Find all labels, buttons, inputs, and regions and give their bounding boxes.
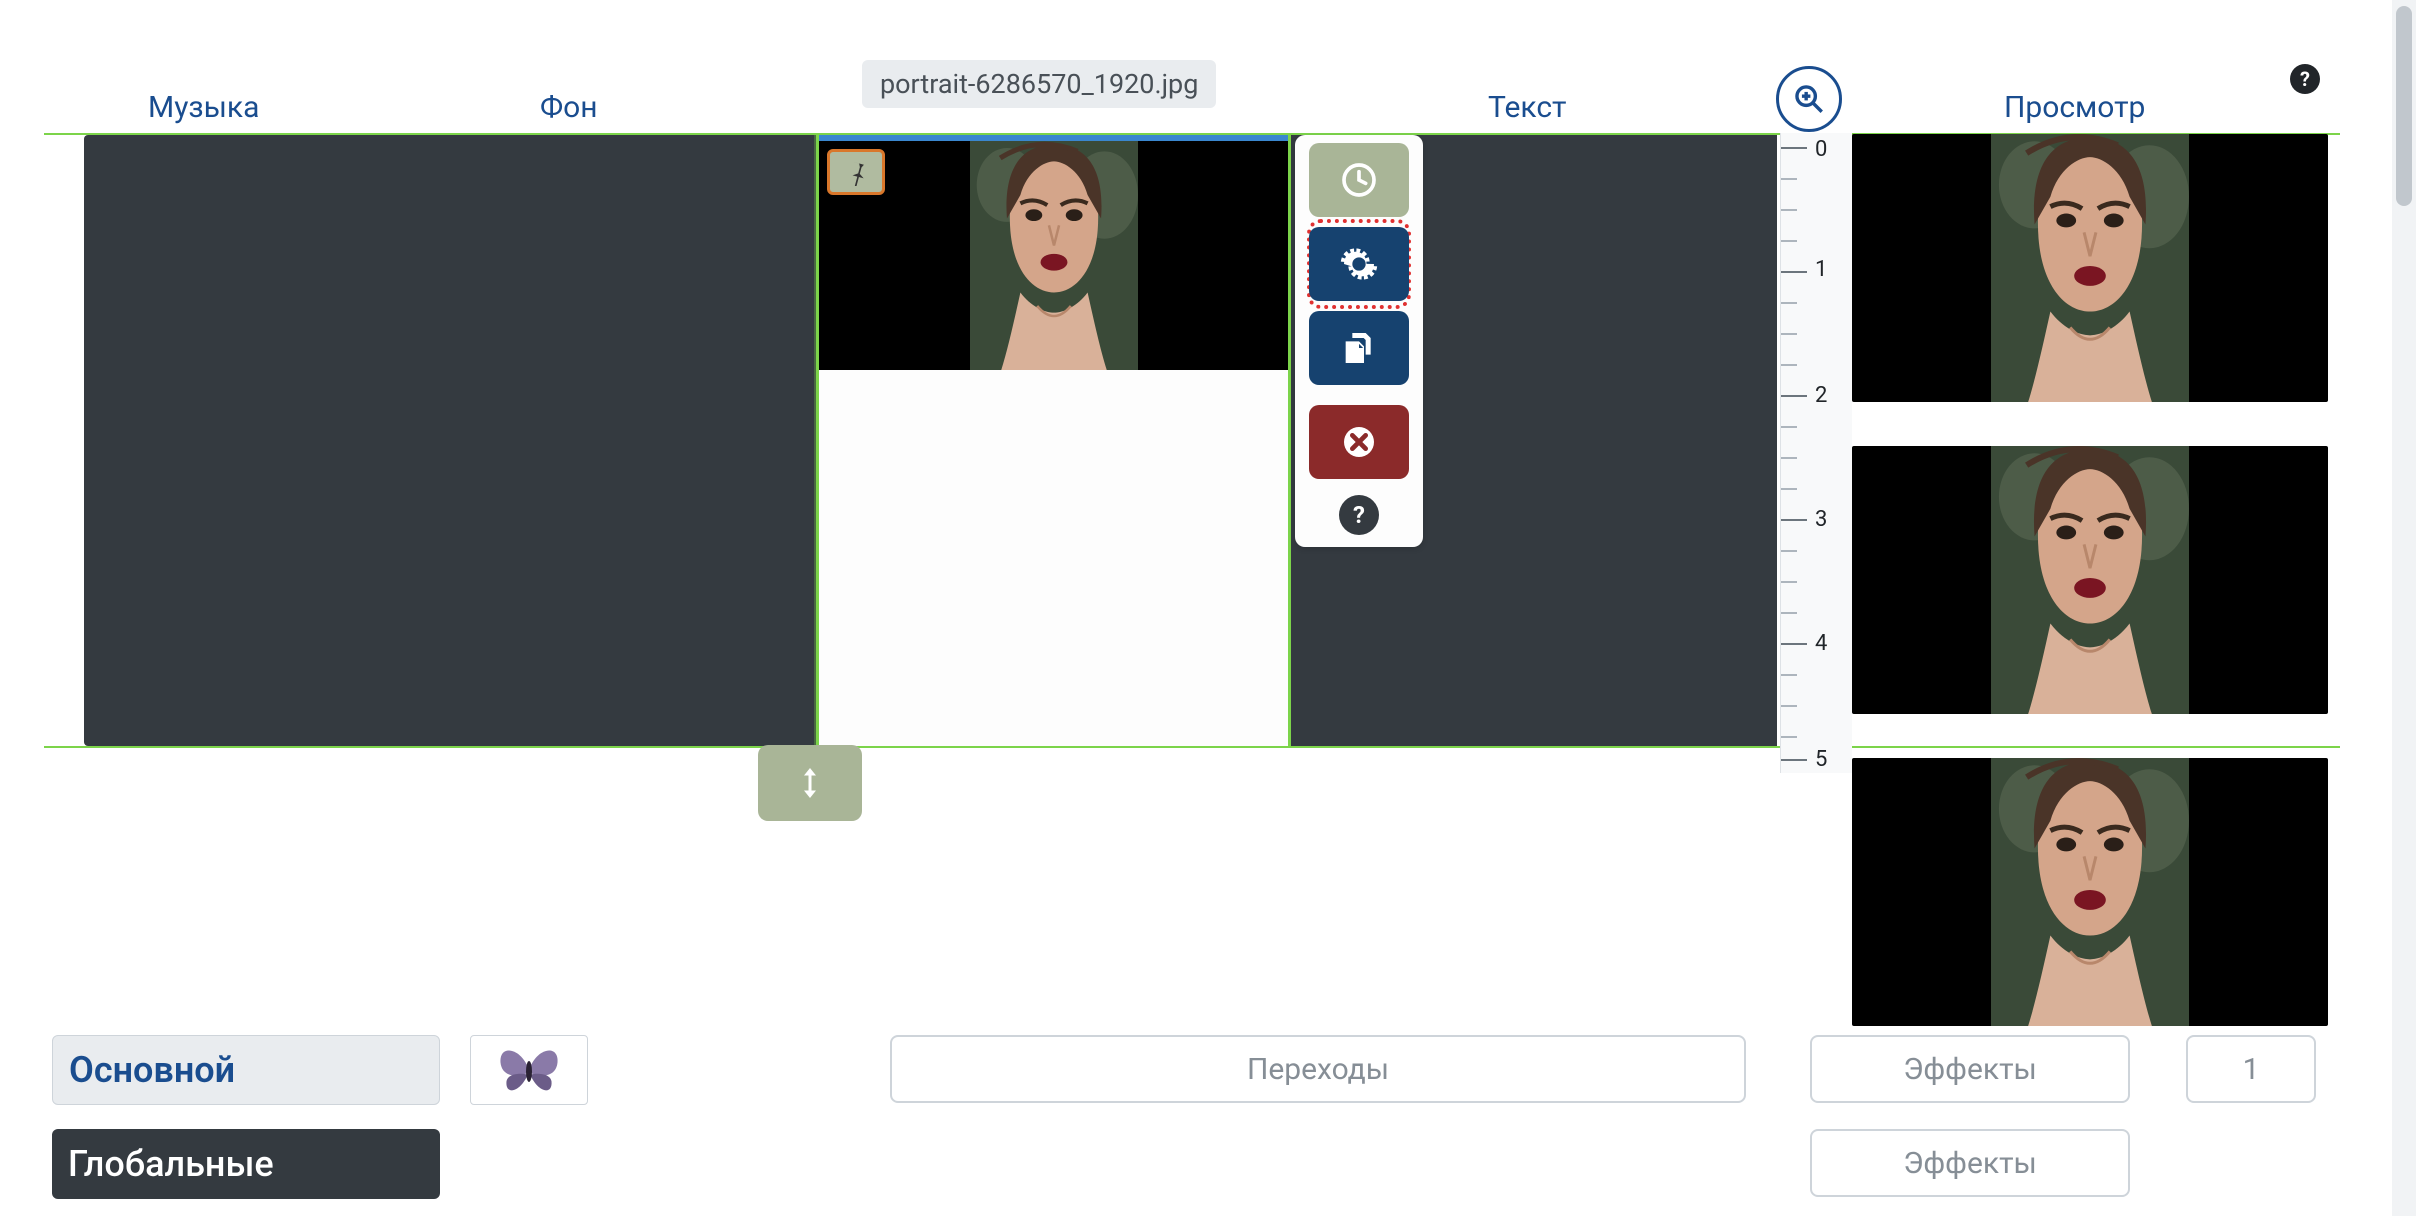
gear-icon	[1339, 244, 1379, 284]
scrollbar-thumb[interactable]	[2396, 6, 2412, 206]
zoom-in-icon	[1792, 82, 1826, 116]
help-button-top[interactable]: ?	[2290, 64, 2320, 94]
tab-global[interactable]: Глобальные	[52, 1129, 440, 1199]
tool-help-button[interactable]: ?	[1339, 495, 1379, 535]
pin-button[interactable]	[827, 149, 885, 195]
transitions-button[interactable]: Переходы	[890, 1035, 1746, 1103]
app-root: Музыка Фон Текст Просмотр portrait-62865…	[0, 0, 2416, 1216]
effects-button-2[interactable]: Эффекты	[1810, 1129, 2130, 1197]
header-text[interactable]: Текст	[1488, 90, 1566, 125]
settings-button[interactable]	[1309, 227, 1409, 301]
butterfly-icon	[491, 1040, 567, 1100]
preview-column	[1852, 134, 2328, 1026]
slide-thumbnail-area	[819, 135, 1288, 370]
header-background[interactable]: Фон	[540, 90, 598, 125]
preview-frame-1[interactable]	[1852, 134, 2328, 402]
portrait-graphic	[970, 141, 1138, 370]
pin-icon	[842, 158, 870, 186]
copy-icon	[1339, 328, 1379, 368]
effects-button-1[interactable]: Эффекты	[1810, 1035, 2130, 1103]
header-preview[interactable]: Просмотр	[2004, 90, 2145, 125]
ruler-label-0: 0	[1815, 137, 1827, 162]
clock-icon	[1339, 160, 1379, 200]
slide-current[interactable]	[819, 135, 1288, 746]
header-music[interactable]: Музыка	[148, 90, 259, 125]
slide-previous[interactable]	[84, 135, 816, 746]
resize-handle[interactable]	[758, 745, 862, 821]
slide-tool-menu: ?	[1295, 135, 1423, 547]
zoom-in-button[interactable]	[1776, 66, 1842, 132]
resize-vertical-icon	[792, 765, 828, 801]
tab-main[interactable]: Основной	[52, 1035, 440, 1105]
window-scrollbar[interactable]	[2392, 0, 2416, 1216]
preview-frame-3[interactable]	[1852, 758, 2328, 1026]
ruler-label-4: 4	[1815, 631, 1827, 656]
preview-frame-2[interactable]	[1852, 446, 2328, 714]
duplicate-button[interactable]	[1309, 311, 1409, 385]
slide-image	[970, 141, 1138, 370]
ruler-label-3: 3	[1815, 507, 1827, 532]
ruler-label-5: 5	[1815, 747, 1827, 772]
ruler-label-1: 1	[1815, 257, 1827, 282]
ruler-label-2: 2	[1815, 383, 1827, 408]
close-circle-icon	[1339, 422, 1379, 462]
timing-button[interactable]	[1309, 143, 1409, 217]
time-ruler: 0 1 2 3 4 5	[1780, 133, 1852, 773]
filename-tooltip: portrait-6286570_1920.jpg	[862, 60, 1216, 108]
delete-button[interactable]	[1309, 405, 1409, 479]
transition-preset-icon[interactable]	[470, 1035, 588, 1105]
effects-page-number[interactable]: 1	[2186, 1035, 2316, 1103]
